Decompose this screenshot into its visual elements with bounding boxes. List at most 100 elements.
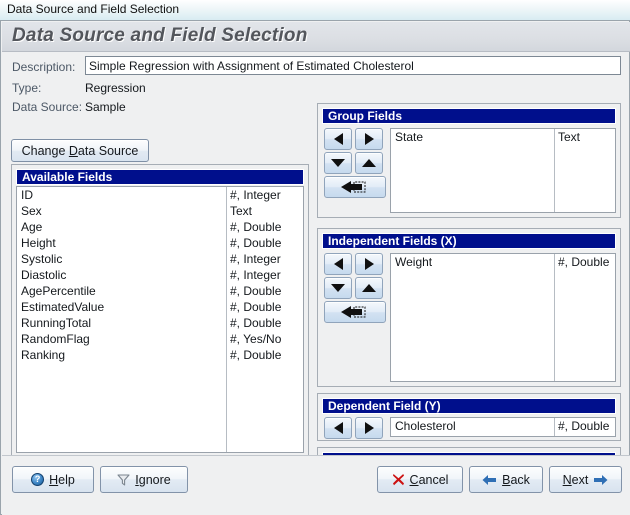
back-button[interactable]: Back: [469, 466, 543, 493]
field-type: Text: [558, 130, 581, 144]
help-button[interactable]: Help: [12, 466, 94, 493]
field-name: Systolic: [21, 252, 63, 266]
arrow-right-icon: [594, 474, 608, 485]
list-item[interactable]: Sex Text: [17, 203, 303, 219]
list-item[interactable]: Height #, Double: [17, 235, 303, 251]
next-button-label: Next: [562, 472, 589, 487]
type-value: Regression: [85, 81, 146, 95]
arrow-left-icon: [333, 133, 343, 145]
back-button-label: Back: [502, 472, 530, 487]
page-title: Data Source and Field Selection: [12, 25, 308, 46]
ignore-button[interactable]: Ignore: [100, 466, 188, 493]
field-name: Sex: [21, 204, 42, 218]
column-divider: [554, 254, 555, 381]
change-data-source-button[interactable]: Change Data Source: [11, 139, 149, 162]
field-name: RandomFlag: [21, 332, 90, 346]
field-name: State: [395, 130, 424, 144]
list-item[interactable]: AgePercentile #, Double: [17, 283, 303, 299]
dependent-field-panel: Dependent Field (Y) Cholesterol #, Double: [317, 393, 621, 441]
field-type: #, Double: [230, 316, 282, 330]
dependent-field-list[interactable]: Cholesterol #, Double: [390, 417, 616, 437]
group-move-left-button[interactable]: [324, 128, 352, 150]
description-input[interactable]: [85, 56, 621, 75]
arrow-left-icon: [333, 258, 343, 270]
independent-move-right-button[interactable]: [355, 253, 383, 275]
dependent-move-left-button[interactable]: [324, 417, 352, 439]
help-icon: [31, 473, 45, 486]
dependent-field-header: Dependent Field (Y): [322, 398, 616, 414]
independent-move-left-button[interactable]: [324, 253, 352, 275]
list-item[interactable]: Cholesterol #, Double: [391, 418, 615, 434]
field-name: Diastolic: [21, 268, 67, 282]
window-title: Data Source and Field Selection: [7, 2, 180, 16]
help-button-label: Help: [49, 472, 75, 487]
independent-fields-header-label: Independent Fields (X): [328, 234, 457, 248]
field-name: Ranking: [21, 348, 66, 362]
field-name: EstimatedValue: [21, 300, 105, 314]
field-name: ID: [21, 188, 33, 202]
group-move-right-button[interactable]: [355, 128, 383, 150]
list-item[interactable]: Diastolic #, Integer: [17, 267, 303, 283]
list-item[interactable]: Systolic #, Integer: [17, 251, 303, 267]
remove-all-arrow-icon: [341, 181, 366, 193]
list-item[interactable]: Weight #, Double: [391, 254, 615, 270]
list-item[interactable]: EstimatedValue #, Double: [17, 299, 303, 315]
independent-fields-list[interactable]: Weight #, Double: [390, 253, 616, 382]
funnel-icon: [117, 474, 130, 486]
independent-move-up-button[interactable]: [355, 277, 383, 299]
arrow-right-icon: [364, 258, 374, 270]
field-name: Age: [21, 220, 43, 234]
field-name: Weight: [395, 255, 433, 269]
group-move-up-button[interactable]: [355, 152, 383, 174]
available-fields-header: Available Fields: [16, 169, 304, 185]
list-item[interactable]: RunningTotal #, Double: [17, 315, 303, 331]
field-type: #, Double: [230, 300, 282, 314]
field-type: #, Double: [230, 236, 282, 250]
independent-fields-panel: Independent Fields (X) Weight #, Double: [317, 228, 621, 387]
field-type: #, Integer: [230, 268, 281, 282]
list-item[interactable]: ID #, Integer: [17, 187, 303, 203]
group-fields-header: Group Fields: [322, 108, 616, 124]
field-type: #, Double: [558, 255, 610, 269]
field-name: AgePercentile: [21, 284, 96, 298]
field-type: #, Double: [230, 220, 282, 234]
field-type: #, Integer: [230, 252, 281, 266]
footer-bar: Help Ignore Cancel Back Next: [2, 455, 630, 515]
type-label: Type:: [12, 81, 42, 95]
list-item[interactable]: Ranking #, Double: [17, 347, 303, 363]
group-move-down-button[interactable]: [324, 152, 352, 174]
arrow-left-icon: [482, 474, 497, 485]
arrow-up-icon: [362, 284, 376, 292]
independent-remove-all-button[interactable]: [324, 301, 386, 323]
field-type: #, Double: [230, 348, 282, 362]
independent-fields-header: Independent Fields (X): [322, 233, 616, 249]
arrow-up-icon: [362, 159, 376, 167]
group-fields-panel: Group Fields State Text: [317, 103, 621, 218]
group-fields-list[interactable]: State Text: [390, 128, 616, 213]
dependent-move-right-button[interactable]: [355, 417, 383, 439]
group-remove-all-button[interactable]: [324, 176, 386, 198]
remove-all-arrow-icon: [341, 306, 366, 318]
window-titlebar: Data Source and Field Selection: [0, 0, 630, 21]
header-banner: Data Source and Field Selection: [2, 22, 630, 52]
field-type: #, Yes/No: [230, 332, 282, 346]
field-type: #, Integer: [230, 188, 281, 202]
next-button[interactable]: Next: [549, 466, 622, 493]
list-item[interactable]: RandomFlag #, Yes/No: [17, 331, 303, 347]
data-source-value: Sample: [85, 100, 126, 114]
dialog-window: Data Source and Field Selection Descript…: [0, 20, 630, 515]
independent-move-down-button[interactable]: [324, 277, 352, 299]
cancel-button[interactable]: Cancel: [377, 466, 463, 493]
available-fields-list[interactable]: ID #, Integer Sex Text Age #, Double Height #, …: [16, 186, 304, 453]
available-fields-panel: Available Fields ID #, Integer Sex Text Age #…: [11, 164, 309, 491]
arrow-right-icon: [364, 133, 374, 145]
change-data-source-label: Change Data Source: [21, 143, 139, 158]
ignore-button-label: Ignore: [135, 472, 171, 487]
arrow-down-icon: [331, 159, 345, 167]
list-item[interactable]: Age #, Double: [17, 219, 303, 235]
field-type: Text: [230, 204, 253, 218]
dependent-field-header-label: Dependent Field (Y): [328, 399, 441, 413]
cancel-button-label: Cancel: [409, 472, 449, 487]
list-item[interactable]: State Text: [391, 129, 615, 145]
field-type: #, Double: [230, 284, 282, 298]
